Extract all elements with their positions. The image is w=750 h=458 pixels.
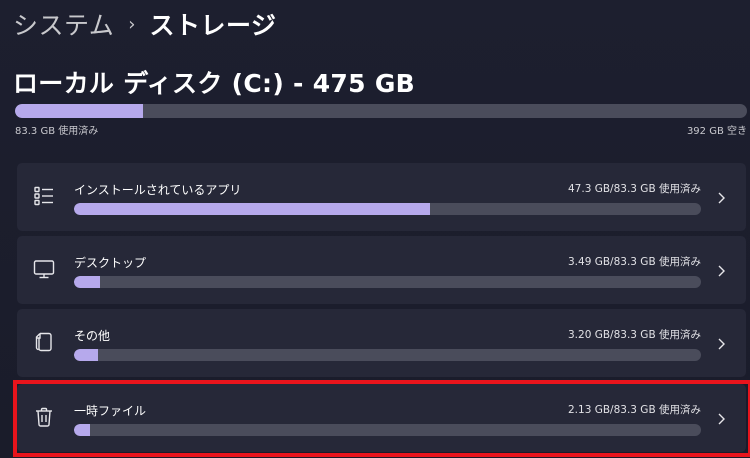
- category-usage: 2.13 GB/83.3 GB 使用済み: [568, 404, 701, 416]
- monitor-icon: [32, 257, 56, 281]
- document-icon: [32, 330, 56, 354]
- storage-category-temp-files[interactable]: 一時ファイル 2.13 GB/83.3 GB 使用済み: [17, 384, 746, 452]
- category-usage-bar: [74, 349, 701, 361]
- page-title: ストレージ: [149, 11, 277, 40]
- disk-free-label: 392 GB 空き: [686, 126, 747, 137]
- chevron-right-icon: [716, 411, 726, 425]
- category-usage: 3.49 GB/83.3 GB 使用済み: [568, 256, 701, 268]
- trash-icon: [32, 405, 56, 429]
- category-label: 一時ファイル: [74, 404, 147, 418]
- category-label: インストールされているアプリ: [74, 183, 242, 197]
- breadcrumb: システム › ストレージ: [13, 6, 276, 42]
- category-usage-bar-fill: [74, 349, 98, 361]
- category-usage-bar-fill: [74, 424, 91, 436]
- chevron-right-icon: [716, 263, 726, 277]
- apps-list-icon: [32, 184, 56, 208]
- category-usage-bar: [74, 276, 701, 288]
- category-usage-bar-fill: [74, 276, 101, 288]
- category-usage: 3.20 GB/83.3 GB 使用済み: [568, 329, 701, 341]
- disk-usage-bar-fill: [15, 104, 144, 118]
- category-label: デスクトップ: [74, 256, 147, 270]
- storage-category-installed-apps[interactable]: インストールされているアプリ 47.3 GB/83.3 GB 使用済み: [17, 163, 746, 231]
- storage-settings-page: システム › ストレージ ローカル ディスク (C:) - 475 GB 83.…: [0, 0, 750, 458]
- disk-used-label: 83.3 GB 使用済み: [15, 126, 99, 137]
- category-usage-bar: [74, 203, 701, 215]
- category-usage-bar: [74, 424, 701, 436]
- storage-category-desktop[interactable]: デスクトップ 3.49 GB/83.3 GB 使用済み: [17, 236, 746, 304]
- chevron-right-icon: [716, 190, 726, 204]
- chevron-right-icon: [716, 336, 726, 350]
- disk-usage-bar: [15, 104, 747, 118]
- category-label: その他: [74, 329, 111, 343]
- breadcrumb-separator: ›: [128, 13, 136, 35]
- breadcrumb-system-link[interactable]: システム: [13, 6, 114, 42]
- storage-category-other[interactable]: その他 3.20 GB/83.3 GB 使用済み: [17, 309, 746, 377]
- category-usage: 47.3 GB/83.3 GB 使用済み: [568, 183, 701, 195]
- disk-title: ローカル ディスク (C:) - 475 GB: [13, 69, 416, 98]
- category-usage-bar-fill: [74, 203, 431, 215]
